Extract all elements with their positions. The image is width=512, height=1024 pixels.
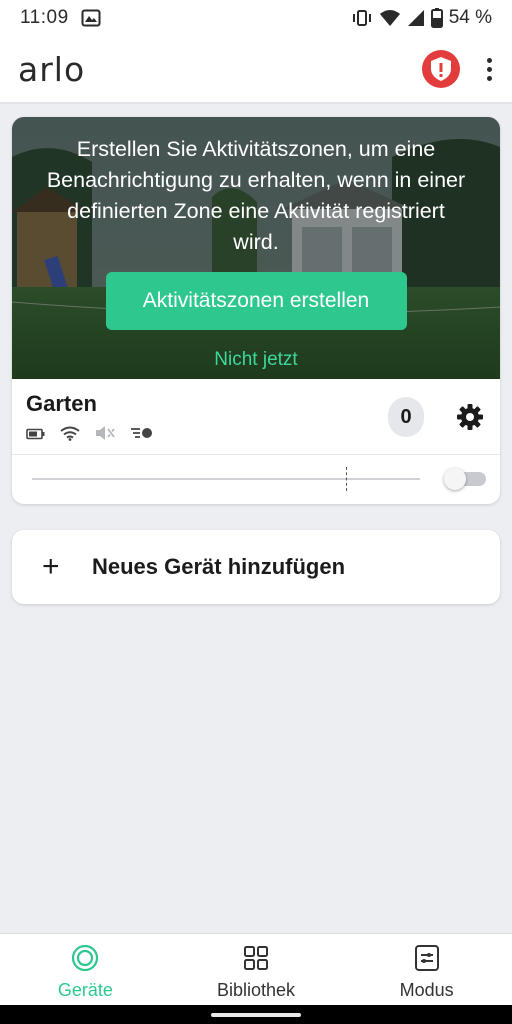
wifi-icon — [379, 9, 401, 27]
wifi-icon — [60, 426, 80, 446]
bottom-nav: Geräte Bibliothek Modus — [0, 933, 512, 1005]
event-count-badge[interactable]: 0 — [388, 397, 424, 437]
slider-marker — [346, 467, 347, 491]
activity-zone-prompt: Erstellen Sie Aktivitätszonen, um eine B… — [46, 137, 466, 254]
gear-icon[interactable] — [456, 403, 484, 436]
nav-label: Modus — [399, 980, 454, 1000]
arlo-logo: arlo — [18, 49, 86, 89]
motion-sensitivity-icon — [130, 426, 154, 445]
status-bar: 11:09 54 % — [0, 0, 512, 36]
devices-icon — [71, 944, 99, 977]
add-device-button[interactable]: + Neues Gerät hinzufügen — [12, 530, 500, 604]
kebab-menu-icon[interactable] — [484, 57, 494, 81]
plus-icon: + — [42, 550, 60, 583]
app-header: arlo — [0, 36, 512, 104]
nav-item-library[interactable]: Bibliothek — [171, 934, 342, 1005]
mode-sliders-icon — [413, 944, 441, 977]
nav-item-devices[interactable]: Geräte — [0, 934, 171, 1005]
zoom-slider-row — [12, 455, 500, 504]
battery-icon — [430, 8, 443, 28]
library-grid-icon — [242, 944, 270, 977]
gesture-bar — [0, 1005, 512, 1024]
not-now-link[interactable]: Nicht jetzt — [214, 349, 297, 371]
camera-toggle[interactable] — [444, 468, 486, 490]
gallery-icon — [81, 9, 101, 27]
signal-icon — [407, 9, 425, 27]
nav-label: Geräte — [57, 980, 113, 1000]
camera-card: Erstellen Sie Aktivitätszonen, um eine B… — [12, 117, 500, 504]
camera-preview[interactable]: Erstellen Sie Aktivitätszonen, um eine B… — [12, 117, 500, 379]
nav-item-mode[interactable]: Modus — [341, 934, 512, 1005]
device-info-row: Garten 0 — [12, 379, 500, 454]
slider-track[interactable] — [32, 478, 420, 480]
battery-percent: 54 % — [448, 7, 492, 28]
speaker-muted-icon — [94, 425, 116, 446]
nav-label: Bibliothek — [216, 980, 296, 1000]
create-activity-zones-button[interactable]: Aktivitätszonen erstellen — [105, 272, 407, 330]
alert-shield-icon[interactable] — [422, 50, 460, 88]
add-device-label: Neues Gerät hinzufügen — [92, 554, 346, 579]
vibrate-icon — [351, 9, 373, 27]
battery-icon — [26, 427, 46, 445]
home-indicator[interactable] — [211, 1013, 301, 1017]
status-time: 11:09 — [20, 7, 69, 28]
